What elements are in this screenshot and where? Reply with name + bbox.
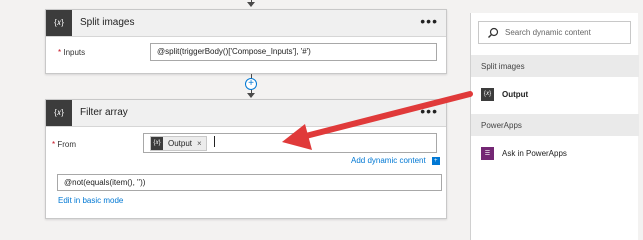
annotation-arrow bbox=[282, 91, 473, 150]
